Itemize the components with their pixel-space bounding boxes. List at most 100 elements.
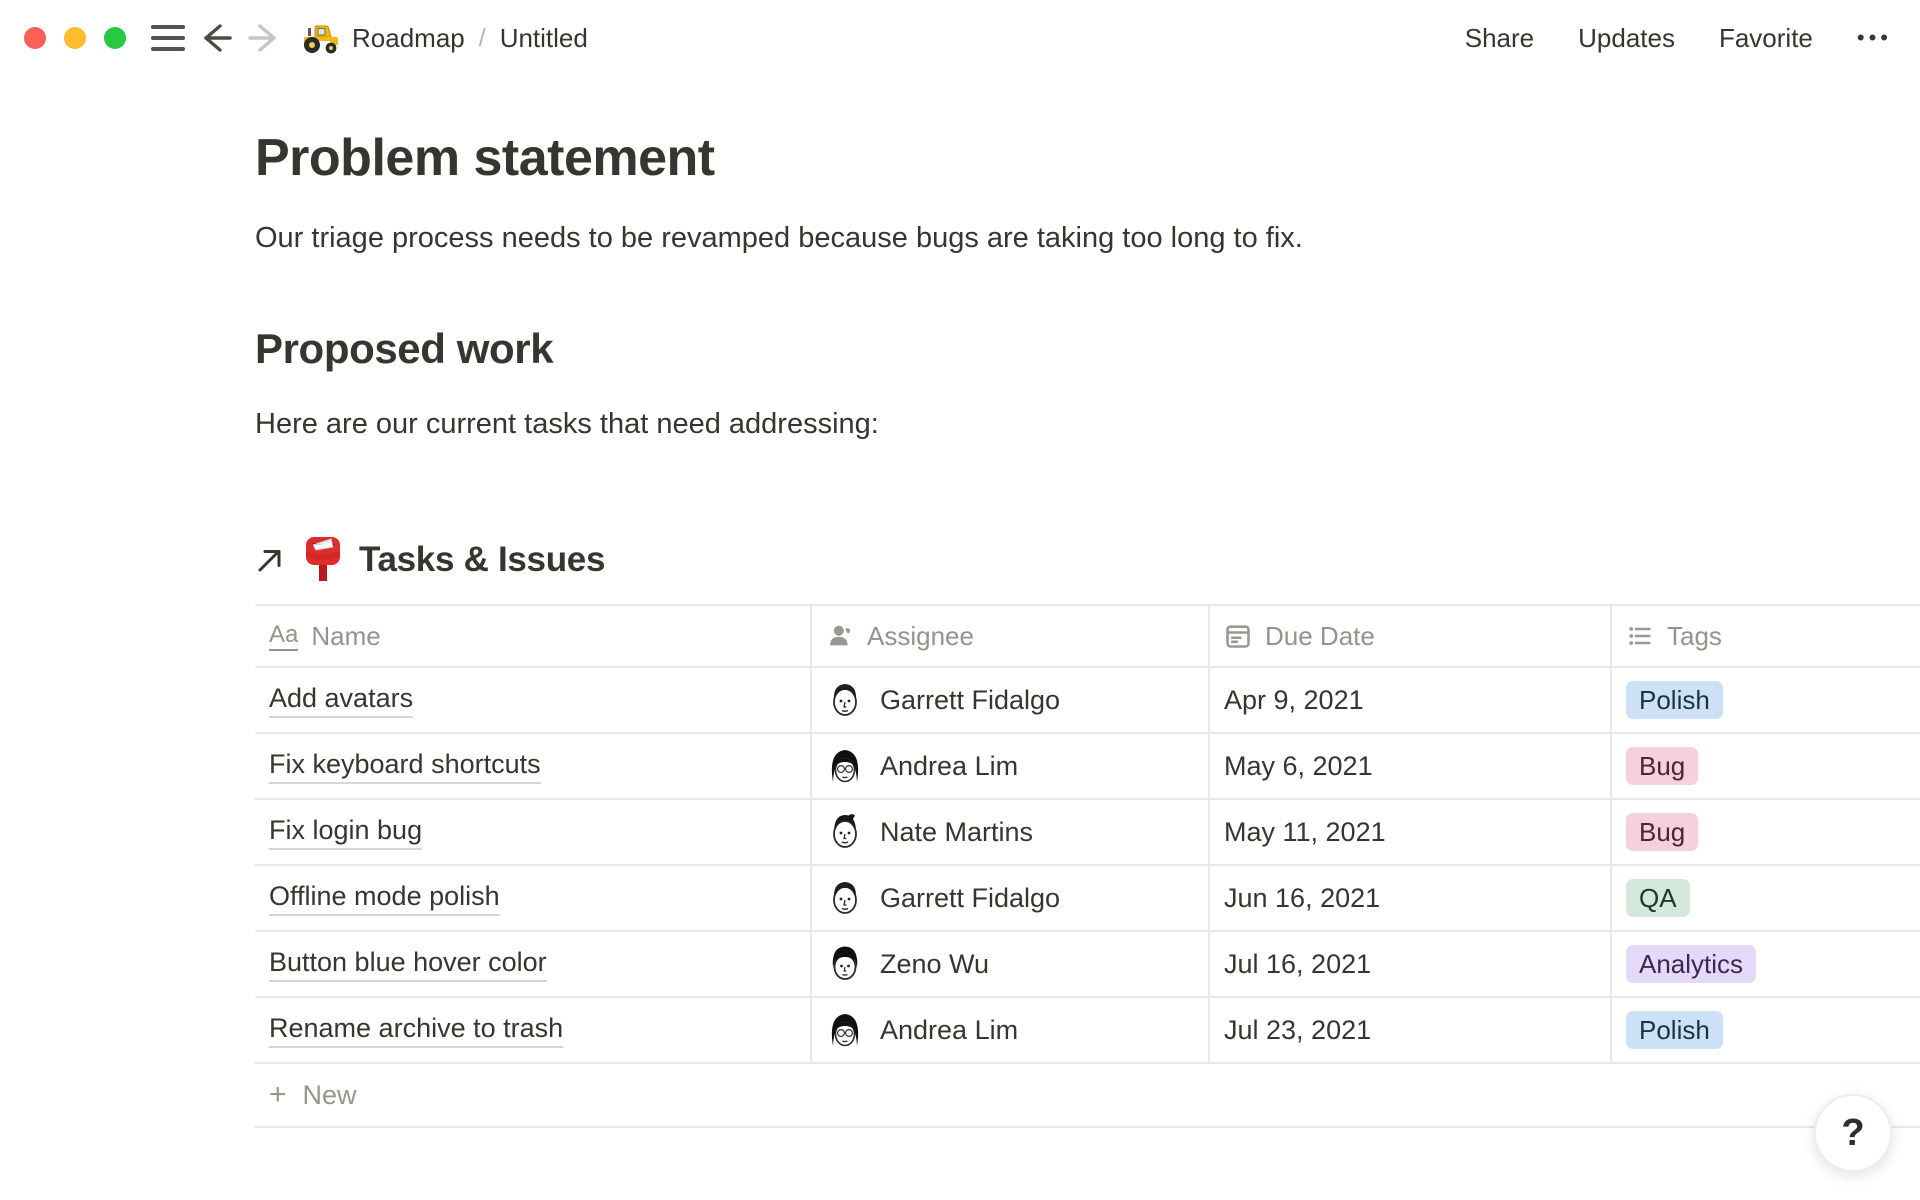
calendar-icon (1224, 622, 1252, 650)
due-date-value: Jun 16, 2021 (1224, 883, 1380, 914)
due-date-value: Jul 23, 2021 (1224, 1015, 1371, 1046)
task-title-link[interactable]: Fix keyboard shortcuts (269, 749, 541, 784)
database-title-link[interactable]: Tasks & Issues (359, 540, 605, 580)
task-title-link[interactable]: Add avatars (269, 683, 413, 718)
heading-proposed-work[interactable]: Proposed work (255, 322, 1920, 376)
plus-icon: + (269, 1080, 287, 1110)
table-row: Rename archive to trash Andrea Lim Jul 2… (255, 998, 1920, 1064)
cell-tags[interactable]: Polish (1612, 668, 1920, 732)
breadcrumb-item-untitled[interactable]: Untitled (500, 23, 588, 54)
tractor-emoji-icon (302, 21, 340, 55)
cell-tags[interactable]: Analytics (1612, 932, 1920, 996)
cell-name[interactable]: Fix login bug (255, 800, 812, 864)
zoom-window-button[interactable] (104, 27, 126, 49)
tag-chip[interactable]: Polish (1626, 1011, 1723, 1049)
cell-name[interactable]: Offline mode polish (255, 866, 812, 930)
tag-chip[interactable]: QA (1626, 879, 1690, 917)
column-header-assignee[interactable]: Assignee (812, 606, 1210, 666)
person-icon (826, 622, 854, 650)
minimize-window-button[interactable] (64, 27, 86, 49)
cell-due-date[interactable]: Jun 16, 2021 (1210, 866, 1612, 930)
updates-button[interactable]: Updates (1578, 23, 1675, 54)
window-titlebar: Roadmap / Untitled Share Updates Favorit… (0, 0, 1920, 76)
title-property-icon: Aa (269, 622, 298, 651)
due-date-value: May 6, 2021 (1224, 751, 1373, 782)
column-header-due-date-label: Due Date (1265, 621, 1375, 652)
cell-due-date[interactable]: Apr 9, 2021 (1210, 668, 1612, 732)
column-header-tags[interactable]: Tags (1612, 606, 1920, 666)
back-button[interactable] (196, 18, 236, 58)
column-header-name-label: Name (311, 621, 380, 652)
cell-tags[interactable]: Bug (1612, 800, 1920, 864)
cell-due-date[interactable]: Jul 16, 2021 (1210, 932, 1612, 996)
cell-due-date[interactable]: Jul 23, 2021 (1210, 998, 1612, 1062)
help-button[interactable]: ? (1814, 1094, 1892, 1172)
cell-name[interactable]: Add avatars (255, 668, 812, 732)
cell-due-date[interactable]: May 6, 2021 (1210, 734, 1612, 798)
share-button[interactable]: Share (1465, 23, 1534, 54)
table-row: Button blue hover color Zeno Wu Jul 16, … (255, 932, 1920, 998)
column-header-name[interactable]: Aa Name (255, 606, 812, 666)
avatar-andrea-lim (826, 744, 864, 788)
cell-name[interactable]: Rename archive to trash (255, 998, 812, 1062)
sidebar-toggle-button[interactable] (148, 18, 188, 58)
column-header-tags-label: Tags (1667, 621, 1722, 652)
task-title-link[interactable]: Rename archive to trash (269, 1013, 563, 1048)
tasks-issues-table: Aa Name Assignee Due Date (255, 604, 1920, 1128)
task-title-link[interactable]: Button blue hover color (269, 947, 547, 982)
cell-name[interactable]: Fix keyboard shortcuts (255, 734, 812, 798)
paragraph-proposed-work[interactable]: Here are our current tasks that need add… (255, 402, 1920, 446)
arrow-left-icon (198, 22, 234, 54)
assignee-name: Andrea Lim (880, 1015, 1018, 1046)
page-content: Problem statement Our triage process nee… (0, 126, 1920, 1128)
paragraph-problem-statement[interactable]: Our triage process needs to be revamped … (255, 216, 1920, 260)
forward-button[interactable] (244, 18, 284, 58)
database-title-row: Tasks & Issues (255, 532, 1920, 588)
tag-chip[interactable]: Bug (1626, 813, 1698, 851)
cell-assignee[interactable]: Zeno Wu (812, 932, 1210, 996)
tag-chip[interactable]: Analytics (1626, 945, 1756, 983)
column-header-assignee-label: Assignee (867, 621, 974, 652)
linked-database-arrow-icon[interactable] (255, 545, 285, 575)
table-row: Fix login bug Nate Martins May 11, 2021 … (255, 800, 1920, 866)
avatar-nate-martins (826, 810, 864, 854)
cell-tags[interactable]: Bug (1612, 734, 1920, 798)
favorite-button[interactable]: Favorite (1719, 23, 1813, 54)
assignee-name: Garrett Fidalgo (880, 685, 1060, 716)
due-date-value: Apr 9, 2021 (1224, 685, 1364, 716)
arrow-right-icon (246, 22, 282, 54)
due-date-value: Jul 16, 2021 (1224, 949, 1371, 980)
tag-chip[interactable]: Bug (1626, 747, 1698, 785)
task-title-link[interactable]: Fix login bug (269, 815, 422, 850)
cell-assignee[interactable]: Garrett Fidalgo (812, 866, 1210, 930)
cell-tags[interactable]: Polish (1612, 998, 1920, 1062)
cell-assignee[interactable]: Nate Martins (812, 800, 1210, 864)
breadcrumb: Roadmap / Untitled (302, 21, 588, 55)
heading-problem-statement[interactable]: Problem statement (255, 126, 1920, 190)
cell-assignee[interactable]: Garrett Fidalgo (812, 668, 1210, 732)
breadcrumb-current-label: Untitled (500, 23, 588, 54)
avatar-garrett-fidalgo (826, 876, 864, 920)
avatar-andrea-lim (826, 1008, 864, 1052)
postbox-emoji-icon (303, 535, 343, 585)
table-row: Fix keyboard shortcuts Andrea Lim May 6,… (255, 734, 1920, 800)
tag-chip[interactable]: Polish (1626, 681, 1723, 719)
more-menu-button[interactable]: ••• (1857, 25, 1892, 51)
close-window-button[interactable] (24, 27, 46, 49)
cell-name[interactable]: Button blue hover color (255, 932, 812, 996)
cell-due-date[interactable]: May 11, 2021 (1210, 800, 1612, 864)
new-row[interactable]: + New (255, 1064, 1920, 1128)
table-row: Offline mode polish Garrett Fidalgo Jun … (255, 866, 1920, 932)
avatar-garrett-fidalgo (826, 678, 864, 722)
cell-assignee[interactable]: Andrea Lim (812, 734, 1210, 798)
assignee-name: Zeno Wu (880, 949, 989, 980)
cell-assignee[interactable]: Andrea Lim (812, 998, 1210, 1062)
assignee-name: Andrea Lim (880, 751, 1018, 782)
task-title-link[interactable]: Offline mode polish (269, 881, 500, 916)
breadcrumb-separator: / (479, 24, 486, 53)
assignee-name: Garrett Fidalgo (880, 883, 1060, 914)
cell-tags[interactable]: QA (1612, 866, 1920, 930)
help-button-label: ? (1841, 1112, 1864, 1155)
column-header-due-date[interactable]: Due Date (1210, 606, 1612, 666)
breadcrumb-item-roadmap[interactable]: Roadmap (302, 21, 465, 55)
